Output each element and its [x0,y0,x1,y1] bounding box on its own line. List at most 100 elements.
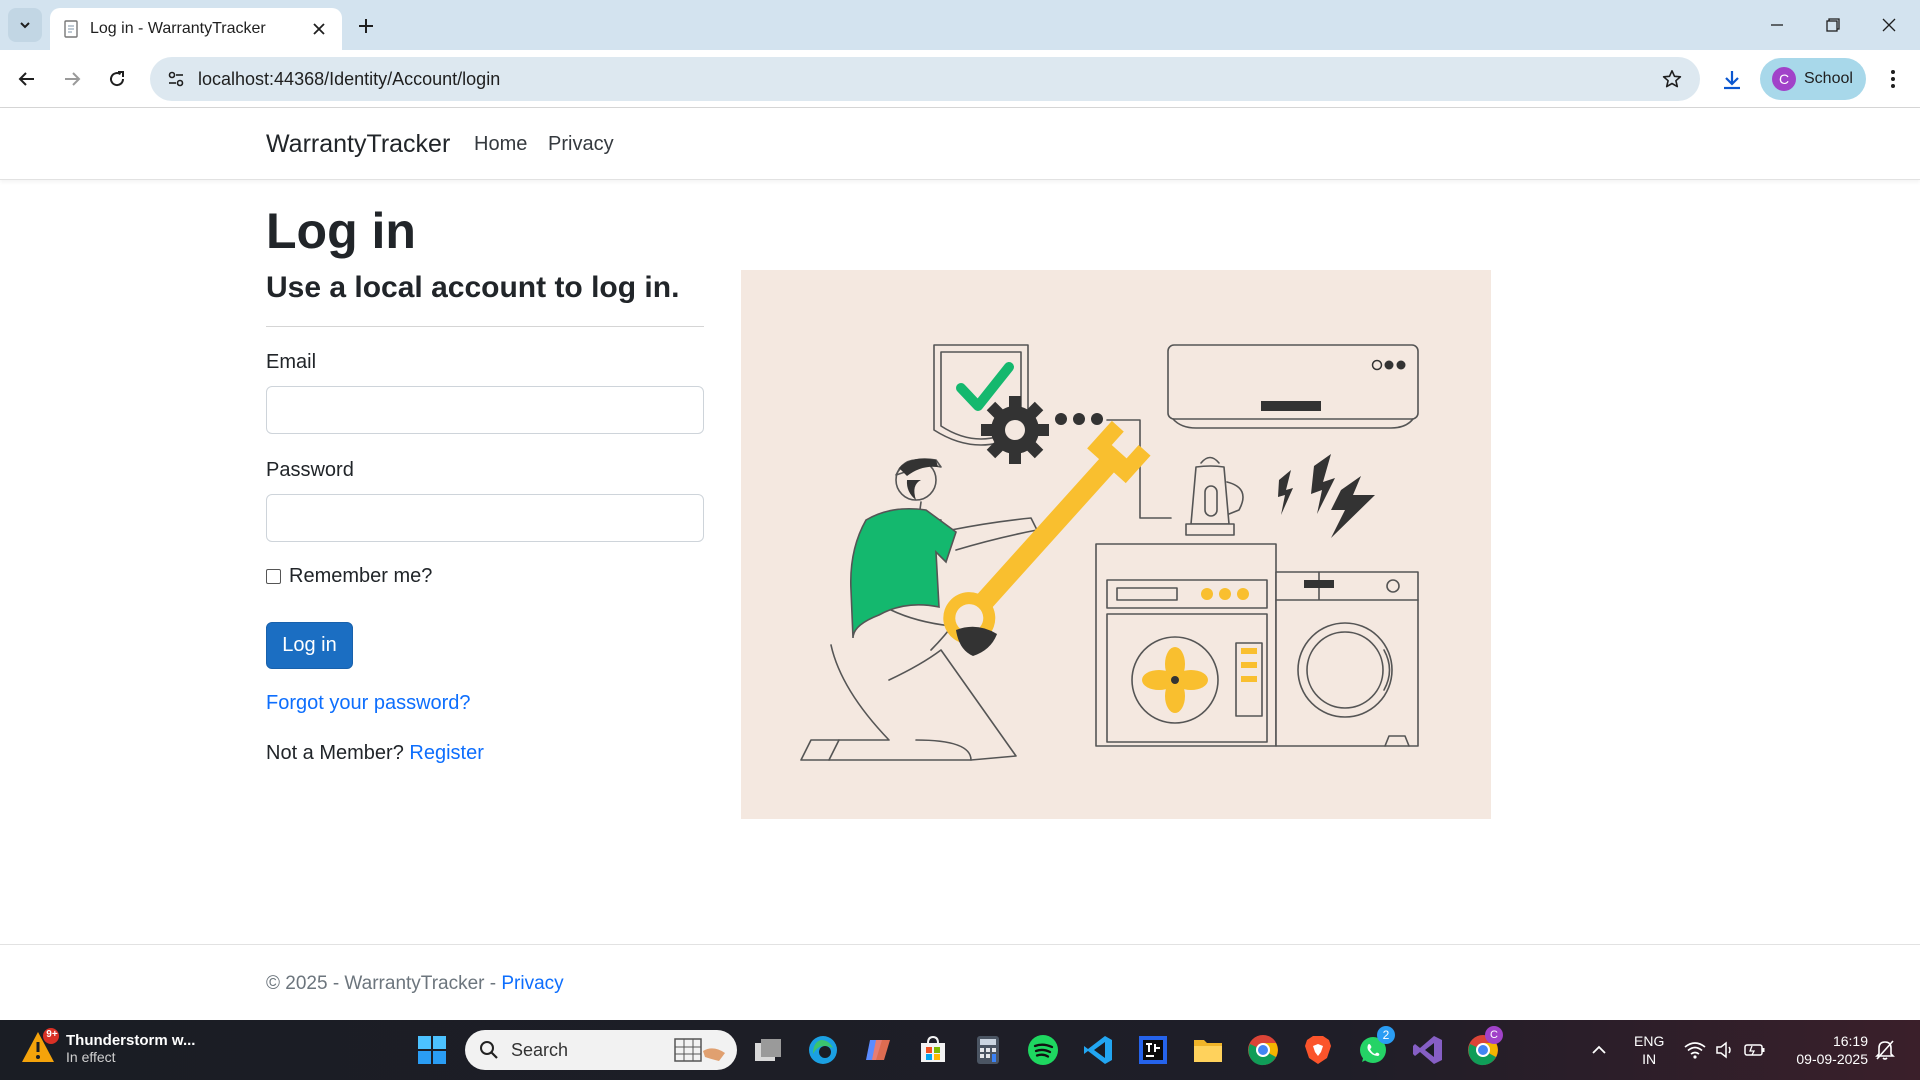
taskbar-search-box[interactable]: Search [465,1030,737,1070]
clock-date: 09-09-2025 [1796,1051,1868,1067]
close-icon [1882,18,1896,32]
weather-status: In effect [66,1048,116,1065]
password-field[interactable] [266,494,704,542]
site-info-button[interactable] [154,57,198,101]
nav-link-home[interactable]: Home [474,133,527,156]
forward-button[interactable] [55,62,89,96]
tune-icon [168,71,184,87]
back-button[interactable] [10,62,44,96]
site-navbar: WarrantyTracker Home Privacy [0,108,1920,180]
show-hidden-icons-button[interactable] [1584,1032,1614,1068]
login-button[interactable]: Log in [266,622,353,669]
clock-time: 16:19 [1832,1033,1868,1049]
reload-button[interactable] [100,62,134,96]
plus-icon [359,19,373,33]
bell-icon [1875,1040,1895,1060]
spotify-icon[interactable] [1025,1032,1061,1068]
star-icon [1662,70,1682,88]
address-bar[interactable]: localhost:44368/Identity/Account/login [150,57,1700,101]
visual-studio-icon[interactable] [1410,1032,1446,1068]
wifi-icon[interactable] [1682,1032,1708,1068]
whatsapp-icon[interactable]: 2 [1355,1026,1395,1068]
chrome-profile-icon[interactable]: C [1465,1026,1503,1068]
calculator-icon[interactable] [970,1032,1006,1068]
register-link[interactable]: Register [409,742,483,764]
vscode-icon[interactable] [1080,1032,1116,1068]
weather-title: Thunderstorm w... [66,1031,196,1049]
avatar: C [1772,67,1796,91]
url-text[interactable]: localhost:44368/Identity/Account/login [198,69,1650,90]
nav-link-privacy[interactable]: Privacy [548,133,614,156]
browser-tabstrip: Log in - WarrantyTracker [0,0,1920,50]
page-title: Log in [266,203,416,259]
weather-widget[interactable]: 9+ Thunderstorm w... In effect [20,1028,195,1068]
not-member-text: Not a Member? [266,742,404,764]
chrome-icon[interactable] [1245,1032,1281,1068]
site-brand-link[interactable]: WarrantyTracker [266,130,450,159]
browser-toolbar: localhost:44368/Identity/Account/login C… [0,50,1920,108]
notifications-button[interactable] [1870,1032,1900,1068]
thunderstorm-icon: 9+ [20,1028,60,1068]
tab-search-button[interactable] [8,8,42,42]
edge-browser-icon[interactable] [805,1032,841,1068]
chrome-profile-badge: C [1485,1026,1503,1044]
minimize-icon [1771,24,1783,26]
close-window-button[interactable] [1874,10,1904,40]
browser-tab-active[interactable]: Log in - WarrantyTracker [50,8,342,50]
search-icon [480,1041,498,1059]
download-icon [1724,71,1740,90]
close-tab-icon[interactable] [308,18,330,40]
register-prompt: Not a Member? Register [266,742,484,765]
file-explorer-icon[interactable] [1190,1032,1226,1068]
restore-button[interactable] [1818,10,1848,40]
arrow-left-icon [18,72,34,86]
new-tab-button[interactable] [352,12,380,40]
minimize-button[interactable] [1762,10,1792,40]
footer-copyright: © 2025 - WarrantyTracker - [266,973,497,994]
tab-title: Log in - WarrantyTracker [90,20,266,37]
password-label: Password [266,459,354,481]
remember-me-label[interactable]: Remember me? [289,565,432,588]
email-field[interactable] [266,386,704,434]
more-vertical-icon [1891,70,1895,88]
footer-divider [0,944,1920,945]
windows-taskbar: 9+ Thunderstorm w... In effect Search 2 … [0,1020,1920,1080]
copilot-icon[interactable] [860,1032,896,1068]
volume-icon[interactable] [1712,1032,1738,1068]
search-label: Search [511,1039,569,1060]
downloads-button[interactable] [1714,62,1750,98]
browser-menu-button[interactable] [1876,62,1910,96]
jetbrains-icon[interactable] [1135,1032,1171,1068]
brave-icon[interactable] [1300,1032,1336,1068]
search-highlight-icon [674,1038,725,1062]
system-clock[interactable]: 16:19 09-09-2025 [1780,1032,1868,1068]
battery-icon[interactable] [1742,1032,1768,1068]
reload-icon [110,71,125,87]
remember-me-checkbox[interactable] [266,569,281,584]
microsoft-store-icon[interactable] [915,1032,951,1068]
page-favicon-icon [64,20,78,38]
footer-privacy-link[interactable]: Privacy [501,973,563,994]
start-button[interactable] [414,1032,450,1068]
language-code: ENG [1634,1033,1665,1049]
restore-icon [1826,18,1840,32]
chevron-down-icon [20,22,30,29]
windows-logo-icon [418,1036,446,1064]
region-code: IN [1642,1051,1657,1067]
repair-illustration [741,270,1491,819]
divider [266,326,704,327]
task-view-icon[interactable] [750,1032,786,1068]
bookmark-button[interactable] [1650,57,1694,101]
footer: © 2025 - WarrantyTracker - Privacy [266,973,564,995]
chevron-up-icon [1592,1045,1606,1054]
technician-appliances-illustration [800,344,1419,761]
email-label: Email [266,351,317,373]
profile-name: School [1804,70,1853,87]
input-language-indicator[interactable]: ENG IN [1634,1032,1664,1068]
remember-me-row[interactable]: Remember me? [266,565,432,588]
weather-alert-badge: 9+ [46,1029,58,1040]
profile-button[interactable]: C School [1760,58,1866,100]
forgot-password-link[interactable]: Forgot your password? [266,692,471,715]
whatsapp-badge: 2 [1377,1026,1395,1044]
arrow-right-icon [65,72,81,86]
